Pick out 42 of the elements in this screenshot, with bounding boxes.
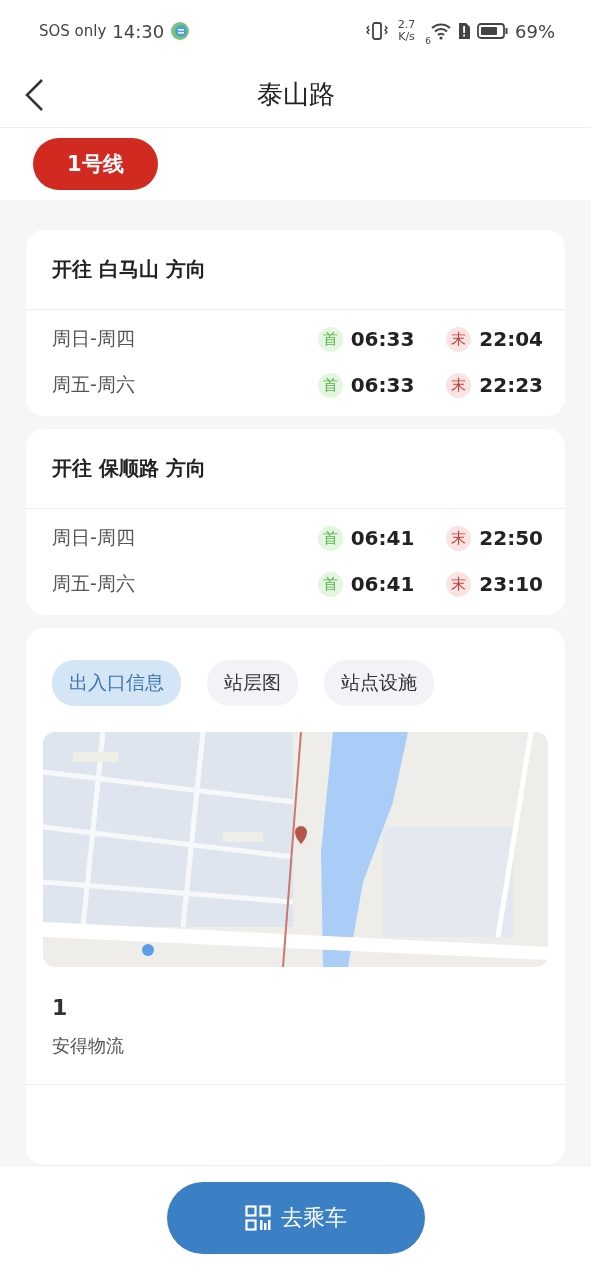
service-days: 周日-周四	[52, 326, 318, 352]
last-train-tag: 末	[446, 571, 472, 597]
exit-landmark: 安得物流	[52, 1034, 125, 1058]
first-train-tag: 首	[317, 525, 343, 551]
direction-title: 开往 保顺路 方向	[26, 429, 565, 509]
last-train-tag: 末	[446, 326, 472, 352]
last-train-tag: 末	[446, 525, 472, 551]
direction-title: 开往 白马山 方向	[26, 230, 565, 310]
app-notification-icon	[170, 21, 191, 41]
qr-code-icon	[244, 1205, 271, 1231]
first-train-tag: 首	[317, 372, 343, 398]
tab[interactable]: 站点设施	[324, 660, 434, 706]
tab[interactable]: 站层图	[207, 660, 298, 706]
first-train-tag: 首	[317, 571, 343, 597]
speed-value: 2.7	[397, 19, 416, 31]
battery-icon	[477, 22, 509, 40]
vibrate-icon	[365, 21, 388, 41]
line-badge: 1号线	[33, 138, 158, 190]
carrier-text: SOS only	[39, 22, 107, 40]
first-train-time: 06:41	[350, 572, 415, 596]
tab[interactable]: 出入口信息	[52, 660, 181, 706]
last-train-time: 22:23	[479, 373, 543, 397]
speed-unit: K/s	[398, 31, 415, 43]
first-train-time: 06:41	[350, 526, 415, 550]
battery-percent: 69%	[515, 20, 555, 42]
last-train-time: 23:10	[479, 572, 543, 596]
last-train-tag: 末	[446, 372, 472, 398]
clock: 14:30	[112, 20, 165, 42]
ride-button[interactable]: 去乘车	[166, 1182, 425, 1254]
last-train-time: 22:04	[479, 327, 543, 351]
page-title: 泰山路	[256, 78, 335, 111]
service-days: 周日-周四	[52, 525, 318, 551]
service-days: 周五-周六	[52, 372, 318, 398]
first-train-tag: 首	[317, 326, 343, 352]
wifi-icon	[431, 22, 451, 40]
wifi-generation: 6	[425, 36, 431, 46]
exit-number: 1	[52, 995, 69, 1020]
sim-alert-icon	[457, 22, 471, 40]
last-train-time: 22:50	[479, 526, 543, 550]
first-train-time: 06:33	[350, 327, 415, 351]
first-train-time: 06:33	[350, 373, 415, 397]
service-days: 周五-周六	[52, 571, 318, 597]
